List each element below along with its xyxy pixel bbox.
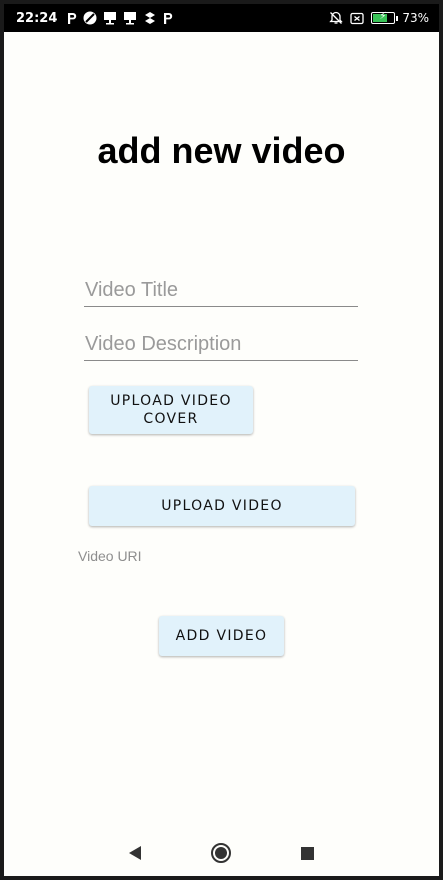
status-right: ⚡ 73% [329, 11, 429, 25]
p-icon [163, 11, 173, 25]
video-description-input[interactable] [84, 329, 358, 359]
monitor-icon [103, 11, 117, 25]
back-icon[interactable] [129, 846, 141, 860]
p-icon [67, 11, 77, 25]
video-uri-label: Video URI [78, 548, 142, 564]
status-time: 22:24 [16, 10, 58, 26]
status-bar: 22:24 ⚡ 73% [4, 4, 439, 32]
battery-icon: ⚡ [371, 11, 399, 24]
video-description-field [84, 329, 358, 361]
dropbox-icon [143, 11, 157, 25]
upload-video-cover-button[interactable]: UPLOAD VIDEO COVER [89, 386, 253, 434]
add-video-button[interactable]: ADD VIDEO [159, 616, 284, 656]
app-screen: 22:24 ⚡ 73% add new video Video Title Vi… [4, 4, 439, 876]
status-left: 22:24 [16, 11, 173, 26]
upload-video-button[interactable]: UPLOAD VIDEO [89, 486, 355, 526]
recents-icon[interactable] [301, 846, 314, 860]
bell-off-icon [329, 11, 344, 25]
navigation-bar [4, 830, 439, 876]
home-icon[interactable] [211, 843, 231, 863]
circle-slash-icon [83, 11, 97, 25]
charging-bolt-icon: ⚡ [379, 11, 387, 22]
monitor-icon [123, 11, 137, 25]
battery-percent: 73% [402, 11, 429, 25]
sim-off-icon [350, 11, 364, 25]
page-title: add new video [97, 130, 346, 171]
video-title-field [84, 275, 358, 307]
video-title-input[interactable] [84, 275, 358, 305]
